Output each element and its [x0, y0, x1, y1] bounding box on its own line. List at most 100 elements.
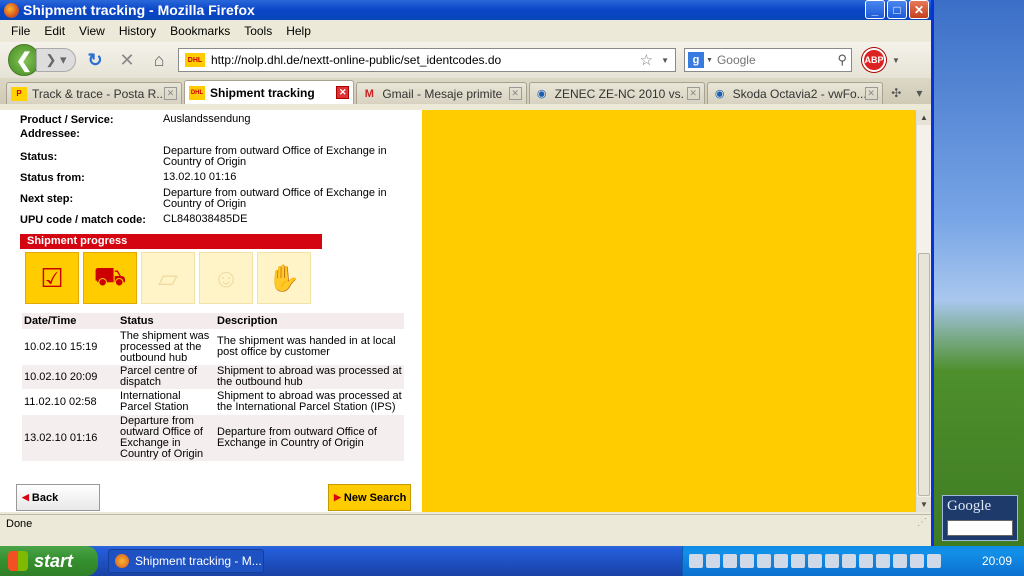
bookmark-star-icon[interactable]: ☆: [640, 51, 653, 69]
search-icon[interactable]: ⚲: [837, 52, 847, 68]
start-button[interactable]: start: [0, 546, 98, 576]
package-icon: ▱: [141, 252, 195, 304]
reload-icon[interactable]: ↻: [82, 47, 108, 73]
menu-file[interactable]: File: [4, 24, 37, 38]
gadget-search-box[interactable]: [947, 520, 1013, 536]
tray-icon[interactable]: [859, 554, 873, 568]
window-controls: _ □ ✕: [865, 0, 929, 19]
new-search-button[interactable]: ▶ New Search: [328, 484, 411, 511]
menu-help[interactable]: Help: [279, 24, 318, 38]
adblock-plus-icon[interactable]: ABP: [862, 48, 886, 72]
url-dropdown-icon[interactable]: ▼: [661, 56, 669, 65]
close-tab-icon[interactable]: ✕: [508, 87, 522, 100]
info-value: 13.02.10 01:16: [163, 171, 237, 183]
shipment-history-table: Date/Time Status Description 10.02.10 15…: [22, 312, 404, 462]
resize-grip-icon[interactable]: ⋰: [917, 514, 927, 532]
list-tabs-icon[interactable]: ▾: [908, 82, 931, 104]
vertical-scrollbar[interactable]: ▲ ▼: [916, 110, 931, 512]
network-icon[interactable]: [893, 554, 907, 568]
scroll-thumb[interactable]: [918, 253, 930, 496]
column-header: Status: [118, 313, 215, 329]
forward-arrow-button[interactable]: ❯ ▾: [36, 48, 76, 72]
home-icon[interactable]: ⌂: [146, 47, 172, 73]
info-label: Status:: [20, 151, 58, 163]
tab-shipment-tracking[interactable]: DHL Shipment tracking ✕: [184, 80, 355, 104]
tray-icon[interactable]: [825, 554, 839, 568]
title-bar[interactable]: Shipment tracking - Mozilla Firefox _ □ …: [0, 0, 931, 20]
info-label: Next step:: [20, 193, 74, 205]
menu-history[interactable]: History: [112, 24, 163, 38]
start-label: start: [34, 550, 74, 571]
tray-icon[interactable]: [706, 554, 720, 568]
table-cell: International Parcel Station: [118, 390, 215, 414]
table-row: 11.02.10 02:58 International Parcel Stat…: [22, 390, 404, 414]
tab-zenec[interactable]: ◉ ZENEC ZE-NC 2010 vs. ... ✕: [528, 82, 705, 104]
table-cell: 10.02.10 20:09: [22, 365, 118, 389]
tray-icon[interactable]: [774, 554, 788, 568]
desktop-background: [934, 0, 1024, 546]
tray-icon[interactable]: [689, 554, 703, 568]
table-cell: The shipment was handed in at local post…: [215, 330, 404, 364]
volume-icon[interactable]: [791, 554, 805, 568]
search-bar[interactable]: g ▼ ⚲: [684, 48, 852, 72]
window-title: Shipment tracking - Mozilla Firefox: [23, 2, 255, 18]
table-cell: Parcel centre of dispatch: [118, 365, 215, 389]
menu-edit[interactable]: Edit: [37, 24, 72, 38]
firefox-icon: [4, 2, 19, 18]
status-text: Done: [6, 518, 33, 530]
back-button[interactable]: ◀ Back: [16, 484, 100, 511]
search-input[interactable]: [716, 53, 838, 67]
table-row: 10.02.10 20:09 Parcel centre of dispatch…: [22, 365, 404, 389]
tray-icon[interactable]: [723, 554, 737, 568]
info-label: Addressee:: [20, 128, 80, 140]
tray-icon[interactable]: [740, 554, 754, 568]
scroll-down-icon[interactable]: ▼: [917, 497, 931, 512]
tray-icon[interactable]: [757, 554, 771, 568]
tray-icon[interactable]: [927, 554, 941, 568]
info-row: Addressee:: [20, 128, 403, 140]
menu-tools[interactable]: Tools: [237, 24, 279, 38]
info-value: Auslandssendung: [163, 113, 251, 125]
maximize-button[interactable]: □: [887, 0, 907, 19]
courier-icon: ☺: [199, 252, 253, 304]
info-value: [163, 128, 403, 140]
tab-gmail[interactable]: M Gmail - Mesaje primite ✕: [356, 82, 527, 104]
new-tab-icon[interactable]: ✣: [885, 82, 908, 104]
scroll-up-icon[interactable]: ▲: [917, 110, 931, 125]
table-cell: The shipment was processed at the outbou…: [118, 330, 215, 364]
menu-bookmarks[interactable]: Bookmarks: [163, 24, 237, 38]
close-tab-icon[interactable]: ✕: [336, 86, 350, 99]
url-bar[interactable]: DHL http://nolp.dhl.de/nextt-online-publ…: [178, 48, 676, 72]
minimize-button[interactable]: _: [865, 0, 885, 19]
engine-dropdown-icon[interactable]: ▼: [706, 57, 713, 64]
dhl-site-icon: DHL: [185, 53, 205, 67]
bluetooth-icon[interactable]: [842, 554, 856, 568]
dhl-icon: DHL: [189, 85, 205, 100]
table-cell: Shipment to abroad was processed at the …: [215, 365, 404, 389]
close-tab-icon[interactable]: ✕: [164, 87, 177, 100]
google-engine-icon[interactable]: g: [688, 52, 704, 68]
taskbar-item-firefox[interactable]: Shipment tracking - M...: [108, 549, 264, 573]
shipment-info: Product / Service: Auslandssendung Addre…: [20, 114, 403, 228]
info-row: Next step: Departure from outward Office…: [20, 188, 403, 210]
url-text[interactable]: http://nolp.dhl.de/nextt-online-public/s…: [211, 53, 640, 67]
close-button[interactable]: ✕: [909, 0, 929, 19]
adblock-dropdown-icon[interactable]: ▼: [892, 56, 900, 65]
clock[interactable]: 20:09: [982, 554, 1012, 568]
close-tab-icon[interactable]: ✕: [864, 87, 878, 100]
tab-posta[interactable]: P Track & trace - Posta R... ✕: [6, 82, 182, 104]
tray-icon[interactable]: [876, 554, 890, 568]
tray-icon[interactable]: [910, 554, 924, 568]
tab-skoda[interactable]: ◉ Skoda Octavia2 - vwFo... ✕: [706, 82, 883, 104]
stop-icon[interactable]: ✕: [114, 47, 140, 73]
system-tray: 20:09: [682, 546, 1024, 576]
google-gadget[interactable]: Google: [942, 495, 1018, 541]
close-tab-icon[interactable]: ✕: [686, 87, 700, 100]
info-value: CL848038485DE: [163, 213, 248, 225]
windows-logo-icon: [8, 551, 28, 571]
tray-icon[interactable]: [808, 554, 822, 568]
menu-view[interactable]: View: [72, 24, 112, 38]
delivery-truck-icon: ⛟: [83, 252, 137, 304]
column-header: Description: [215, 313, 404, 329]
info-label: Status from:: [20, 172, 85, 184]
